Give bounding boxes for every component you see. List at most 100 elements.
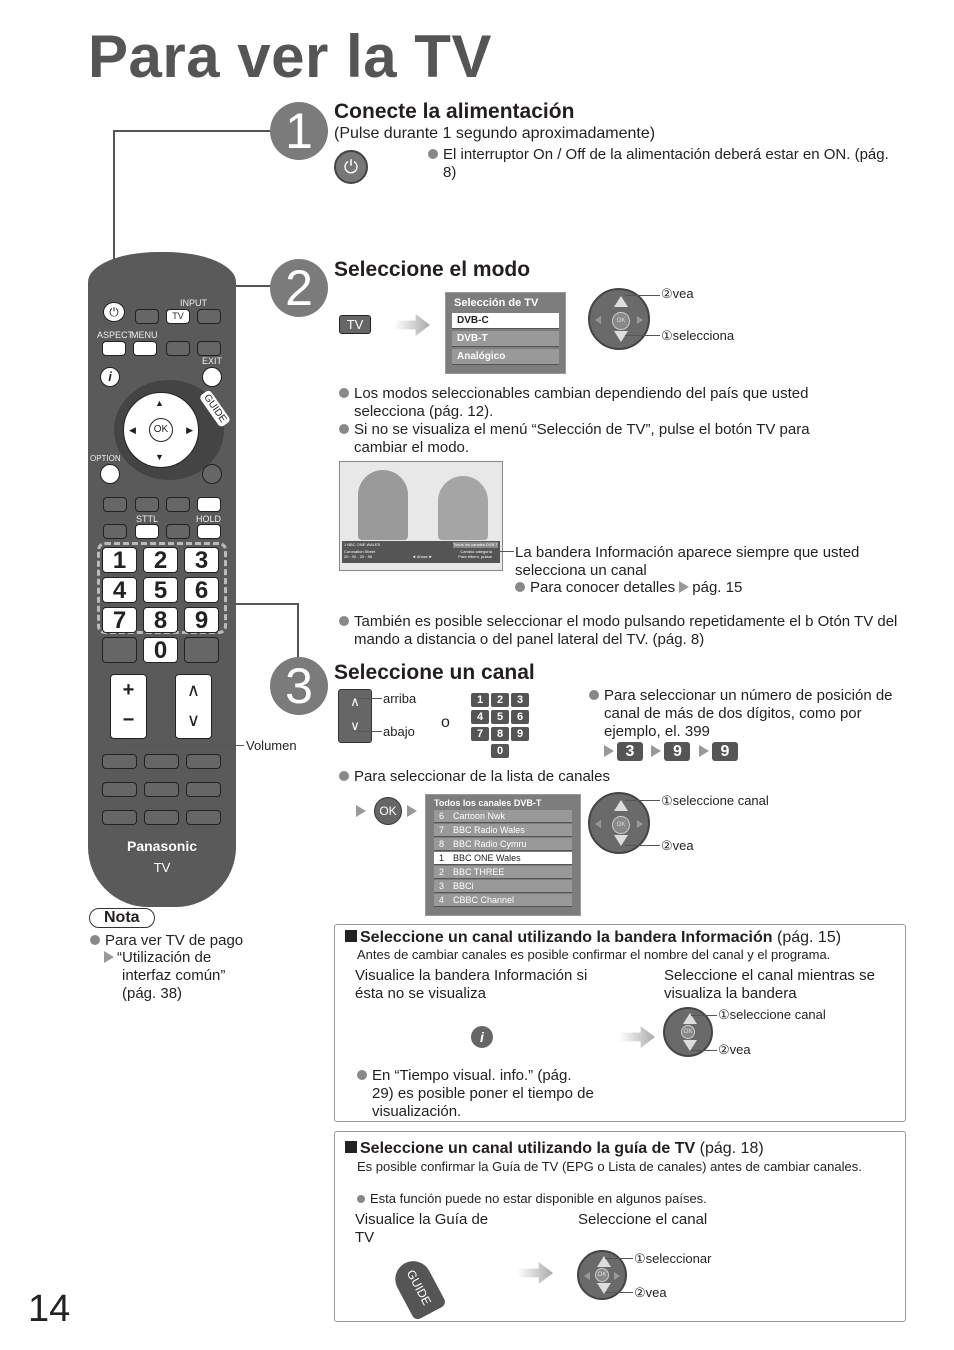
number-key[interactable]: 5 <box>143 577 178 604</box>
section-heading-text: Seleccione un canal utilizando la bander… <box>360 929 773 946</box>
remote-button[interactable] <box>202 464 222 484</box>
channel-list-item[interactable]: 6 Cartoon Nwk <box>434 810 572 823</box>
channel-list-item[interactable]: 8 BBC Radio Cymru <box>434 838 572 851</box>
digit-key[interactable]: 1 <box>471 693 489 707</box>
channel-number: 1 <box>439 853 445 863</box>
tv-button[interactable]: TV <box>339 315 371 334</box>
remote-button[interactable] <box>135 309 159 324</box>
hold-button[interactable] <box>197 524 221 539</box>
power-button[interactable]: ⏻ <box>103 302 125 322</box>
right-step-label: Seleccione el canal mientras se visualiz… <box>664 967 875 1002</box>
dpad-select-label: ①seleccione canal <box>661 793 769 808</box>
remote-button[interactable] <box>186 754 221 769</box>
up-arrow-icon[interactable]: ▲ <box>155 398 164 408</box>
remote-button[interactable] <box>144 810 179 825</box>
pointer-line <box>691 1015 717 1016</box>
info-button[interactable]: i <box>471 1026 493 1048</box>
nota-link[interactable]: “Utilización de interfaz común” (pág. 38… <box>104 949 254 1003</box>
menu-button[interactable] <box>133 341 157 356</box>
volume-button[interactable]: + − <box>110 674 147 739</box>
digit-key[interactable]: 5 <box>491 710 509 724</box>
ok-button[interactable]: OK <box>149 418 173 442</box>
remote-button[interactable] <box>102 637 137 663</box>
channel-list-item[interactable]: 2 BBC THREE <box>434 866 572 879</box>
number-key[interactable]: 8 <box>143 607 178 634</box>
down-arrow-icon[interactable]: ▼ <box>155 452 164 462</box>
channel-number: 6 <box>439 811 445 821</box>
channel-list-item[interactable]: 1 BBC ONE Wales <box>434 852 572 865</box>
nota-title: Nota <box>89 908 155 928</box>
digit-key[interactable]: 9 <box>511 727 529 741</box>
navigation-pad[interactable]: ▲ ▼ ◀ ▶ OK <box>123 392 199 468</box>
banner-tag: Todos los canales DVB-T <box>453 542 498 548</box>
remote-button[interactable] <box>166 524 190 539</box>
section-ref[interactable]: (pág. 15) <box>777 929 841 946</box>
remote-button[interactable] <box>103 524 127 539</box>
digit-key[interactable]: 0 <box>491 744 509 758</box>
menu-item-analogico[interactable]: Analógico <box>452 349 559 365</box>
exit-button[interactable] <box>202 367 222 387</box>
tv-button[interactable]: TV <box>166 309 190 324</box>
info-button[interactable]: i <box>100 367 120 387</box>
remote-button[interactable] <box>102 754 137 769</box>
menu-title: Selección de TV <box>454 297 539 309</box>
banner-details-link[interactable]: pág. 15 <box>692 579 742 596</box>
number-key[interactable]: 2 <box>143 547 178 574</box>
menu-item-dvb-t[interactable]: DVB-T <box>452 331 559 347</box>
pointer-line <box>625 845 660 846</box>
dpad-select-label: ①seleccionar <box>634 1251 712 1266</box>
digit-key[interactable]: 7 <box>471 727 489 741</box>
remote-button[interactable] <box>184 637 219 663</box>
channel-list-item[interactable]: 7 BBC Radio Wales <box>434 824 572 837</box>
digit-key[interactable]: 8 <box>491 727 509 741</box>
color-button[interactable] <box>135 497 159 512</box>
remote-button[interactable] <box>197 341 221 356</box>
number-key[interactable]: 0 <box>143 637 178 664</box>
ok-button[interactable]: OK <box>374 797 402 825</box>
digit-key[interactable]: 2 <box>491 693 509 707</box>
aspect-button[interactable] <box>102 341 126 356</box>
number-key[interactable]: 7 <box>102 607 137 634</box>
option-button[interactable] <box>100 464 120 484</box>
volume-label: Volumen <box>246 738 297 753</box>
remote-button[interactable] <box>186 810 221 825</box>
color-button[interactable] <box>166 497 190 512</box>
nota-link-text[interactable]: “Utilización de interfaz común” (pág. 38… <box>117 949 225 1002</box>
channel-name: BBC ONE Wales <box>453 853 521 863</box>
remote-button[interactable] <box>144 754 179 769</box>
digit-key[interactable]: 4 <box>471 710 489 724</box>
section-ref[interactable]: (pág. 18) <box>700 1140 764 1157</box>
example-sequence: 3 9 9 <box>604 742 738 761</box>
step-number: 2 <box>270 259 328 317</box>
color-button[interactable] <box>103 497 127 512</box>
sttl-label: STTL <box>136 514 159 524</box>
volume-pointer <box>129 745 244 746</box>
remote-button[interactable] <box>144 782 179 797</box>
step-number: 1 <box>270 102 328 160</box>
channel-list-item[interactable]: 3 BBCi <box>434 880 572 893</box>
left-arrow-icon[interactable]: ◀ <box>129 425 136 436</box>
color-button[interactable] <box>197 497 221 512</box>
number-key[interactable]: 6 <box>184 577 219 604</box>
number-key[interactable]: 1 <box>102 547 137 574</box>
sttl-button[interactable] <box>135 524 159 539</box>
remote-button[interactable] <box>186 782 221 797</box>
number-key[interactable]: 4 <box>102 577 137 604</box>
number-key[interactable]: 3 <box>184 547 219 574</box>
step2-bullet: Si no se visualiza el menú “Selección de… <box>339 421 859 457</box>
digit-key[interactable]: 6 <box>511 710 529 724</box>
input-button[interactable] <box>197 309 221 324</box>
channel-button[interactable]: ∧ ∨ <box>175 674 212 739</box>
guide-button[interactable]: GUIDE <box>388 1254 448 1322</box>
remote-button[interactable] <box>166 341 190 356</box>
input-label: INPUT <box>180 298 207 308</box>
remote-button[interactable] <box>102 810 137 825</box>
menu-item-dvb-c[interactable]: DVB-C <box>452 313 559 329</box>
channel-number: 4 <box>439 895 445 905</box>
nota-item-text: Para ver TV de pago <box>105 932 244 949</box>
channel-list-item[interactable]: 4 CBBC Channel <box>434 894 572 907</box>
remote-button[interactable] <box>102 782 137 797</box>
number-key[interactable]: 9 <box>184 607 219 634</box>
digit-key[interactable]: 3 <box>511 693 529 707</box>
right-arrow-icon[interactable]: ▶ <box>186 425 193 436</box>
